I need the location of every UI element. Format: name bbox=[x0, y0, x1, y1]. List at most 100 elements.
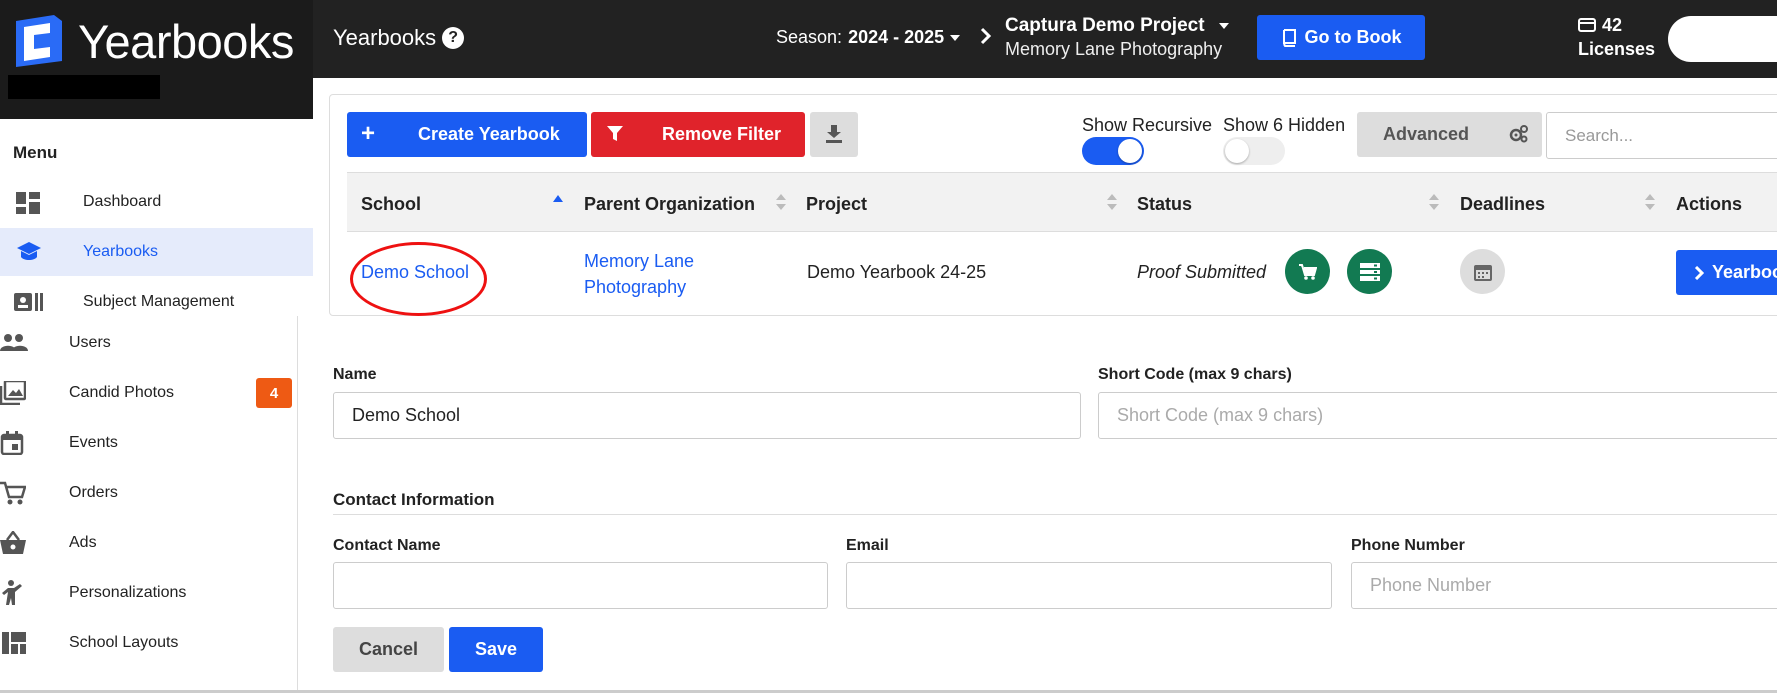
download-icon bbox=[825, 125, 843, 143]
cart-icon bbox=[1298, 263, 1317, 280]
show-recursive-label: Show Recursive bbox=[1082, 115, 1213, 135]
sort-icon[interactable] bbox=[776, 193, 786, 211]
licenses-indicator[interactable]: 42 Licenses bbox=[1578, 13, 1655, 61]
plus-icon: + bbox=[361, 120, 376, 147]
create-yearbook-label: Create Yearbook bbox=[418, 124, 560, 144]
parent-organization-link[interactable]: Memory Lane Photography bbox=[584, 248, 694, 300]
cart-icon bbox=[0, 481, 26, 505]
sidebar-item-orders[interactable]: Orders bbox=[0, 478, 297, 508]
deadlines-calendar-button[interactable] bbox=[1460, 249, 1505, 294]
go-to-book-label: Go to Book bbox=[1304, 27, 1402, 47]
open-yearbook-label: Yearbook bbox=[1712, 262, 1777, 282]
order-cart-button[interactable] bbox=[1285, 249, 1330, 294]
sidebar-item-label: School Layouts bbox=[69, 634, 179, 651]
sidebar-item-label: Orders bbox=[69, 484, 118, 501]
caret-down-icon bbox=[1218, 22, 1229, 30]
dashboard-icon bbox=[16, 192, 40, 214]
user-menu[interactable] bbox=[1668, 16, 1777, 62]
toggle-knob bbox=[1225, 139, 1249, 163]
open-yearbook-button[interactable]: Yearbook bbox=[1676, 250, 1777, 295]
parent-organization-line: Memory Lane bbox=[584, 251, 695, 271]
save-button[interactable]: Save bbox=[449, 627, 543, 672]
sidebar-item-school-layouts[interactable]: School Layouts bbox=[0, 628, 297, 658]
contact-name-label: Contact Name bbox=[333, 537, 441, 554]
sidebar-divider bbox=[297, 316, 298, 693]
photo-library-icon bbox=[0, 381, 26, 405]
help-icon[interactable]: ? bbox=[442, 27, 465, 49]
sidebar-item-ads[interactable]: Ads bbox=[0, 528, 297, 558]
column-header-parent-organization[interactable]: Parent Organization bbox=[584, 194, 755, 215]
name-label: Name bbox=[333, 366, 377, 383]
sidebar-item-subject-management[interactable]: Subject Management bbox=[0, 278, 313, 324]
filter-icon bbox=[607, 126, 623, 142]
sort-icon[interactable] bbox=[1429, 193, 1439, 211]
sidebar-item-dashboard[interactable]: Dashboard bbox=[0, 178, 313, 226]
remove-filter-label: Remove Filter bbox=[662, 124, 782, 144]
gears-icon bbox=[1509, 125, 1529, 143]
season-selector[interactable]: Season: 2024 - 2025 bbox=[776, 27, 961, 48]
show-recursive-toggle[interactable] bbox=[1082, 137, 1144, 165]
go-to-book-button[interactable]: Go to Book bbox=[1257, 15, 1425, 60]
section-divider bbox=[333, 514, 1777, 515]
column-header-school[interactable]: School bbox=[361, 194, 421, 215]
chevron-right-icon bbox=[980, 27, 992, 45]
project-cell: Demo Yearbook 24-25 bbox=[807, 262, 987, 282]
page-title: Yearbooks ? bbox=[333, 25, 465, 51]
candid-photos-count-badge: 4 bbox=[256, 378, 292, 408]
sidebar-item-yearbooks[interactable]: Yearbooks bbox=[0, 228, 313, 276]
cancel-button[interactable]: Cancel bbox=[333, 627, 444, 672]
short-code-label: Short Code (max 9 chars) bbox=[1098, 366, 1292, 383]
sidebar-item-personalizations[interactable]: Personalizations bbox=[0, 578, 297, 608]
calendar-icon bbox=[0, 431, 24, 455]
licenses-label: Licenses bbox=[1578, 39, 1656, 59]
show-hidden-toggle[interactable] bbox=[1223, 137, 1285, 165]
column-header-status[interactable]: Status bbox=[1137, 194, 1192, 215]
brand-name[interactable]: Yearbooks bbox=[78, 14, 294, 69]
phone-number-label: Phone Number bbox=[1351, 537, 1465, 554]
column-header-actions: Actions bbox=[1676, 194, 1743, 214]
column-header-project[interactable]: Project bbox=[806, 194, 867, 215]
email-field[interactable] bbox=[846, 562, 1332, 609]
create-yearbook-button[interactable]: + Create Yearbook bbox=[347, 112, 587, 157]
sort-asc-icon[interactable] bbox=[553, 195, 563, 203]
sidebar-item-events[interactable]: Events bbox=[0, 428, 297, 458]
basket-icon bbox=[0, 531, 26, 555]
menu-title: Menu bbox=[13, 143, 58, 162]
table-header: School Parent Organization Project Statu… bbox=[347, 172, 1777, 232]
column-header-deadlines[interactable]: Deadlines bbox=[1460, 194, 1545, 215]
contact-name-field[interactable] bbox=[333, 562, 828, 609]
sidebar-item-label: Events bbox=[69, 434, 118, 451]
sort-icon[interactable] bbox=[1107, 193, 1117, 211]
people-icon bbox=[0, 333, 28, 351]
short-code-field[interactable]: Short Code (max 9 chars) bbox=[1098, 392, 1777, 439]
search-input[interactable]: Search... bbox=[1546, 112, 1777, 159]
toggle-knob bbox=[1118, 139, 1142, 163]
chevron-right-icon bbox=[1694, 265, 1704, 280]
phone-number-field[interactable]: Phone Number bbox=[1351, 562, 1777, 609]
project-name: Captura Demo Project bbox=[1005, 15, 1205, 36]
advanced-button[interactable]: Advanced bbox=[1357, 112, 1542, 157]
server-status-button[interactable] bbox=[1347, 249, 1392, 294]
export-button[interactable] bbox=[810, 112, 858, 157]
page-title-text: Yearbooks bbox=[333, 25, 437, 50]
season-value: 2024 - 2025 bbox=[848, 27, 945, 47]
graduation-cap-icon bbox=[16, 241, 42, 263]
sidebar-item-label: Personalizations bbox=[69, 584, 187, 601]
id-card-icon bbox=[14, 292, 44, 312]
calendar-icon bbox=[1473, 263, 1492, 281]
credit-card-icon bbox=[1578, 18, 1596, 32]
licenses-count: 42 bbox=[1602, 15, 1623, 35]
caret-down-icon bbox=[950, 34, 961, 42]
brand-panel: Yearbooks bbox=[0, 0, 313, 119]
email-label: Email bbox=[846, 537, 889, 554]
sort-icon[interactable] bbox=[1645, 193, 1655, 211]
sidebar-item-candid-photos[interactable]: Candid Photos 4 bbox=[0, 378, 297, 408]
remove-filter-button[interactable]: Remove Filter bbox=[591, 112, 805, 157]
project-selector[interactable]: Captura Demo Project Memory Lane Photogr… bbox=[1005, 15, 1229, 60]
server-icon bbox=[1359, 262, 1380, 281]
name-field[interactable]: Demo School bbox=[333, 392, 1081, 439]
sidebar-item-users[interactable]: Users bbox=[0, 328, 297, 358]
layout-icon bbox=[2, 632, 26, 654]
yearbooks-logo-icon[interactable] bbox=[10, 15, 68, 67]
sidebar-item-label: Users bbox=[69, 334, 111, 351]
